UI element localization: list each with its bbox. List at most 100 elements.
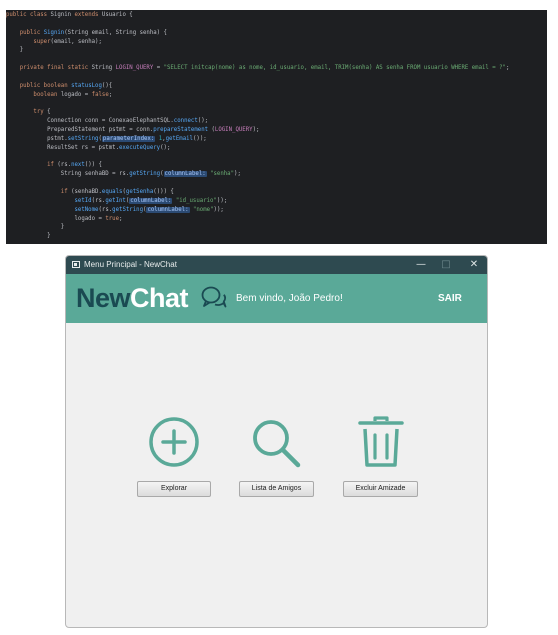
- code-token: (email, senha);: [50, 38, 102, 45]
- code-token: =: [153, 65, 164, 72]
- code-line: }: [6, 223, 64, 232]
- code-line: Connection conn = ConexaoElephantSQL.con…: [6, 117, 208, 126]
- code-token: );: [234, 171, 241, 178]
- code-token: public: [19, 29, 44, 36]
- code-line: ResultSet rs = pstmt.executeQuery();: [6, 144, 170, 153]
- code-token: ())) {: [153, 189, 174, 195]
- code-token: boolean: [33, 91, 61, 98]
- code-token: connect: [173, 118, 198, 125]
- search-icon[interactable]: [250, 417, 302, 469]
- code-token: (){: [101, 82, 113, 89]
- logo-text-chat: Chat: [130, 283, 189, 313]
- code-line: logado = true;: [6, 215, 122, 224]
- code-line: boolean logado = false;: [6, 91, 112, 100]
- code-token: statusLog: [71, 82, 102, 89]
- code-token: logado =: [6, 215, 106, 222]
- code-token: ();: [197, 118, 209, 125]
- plus-circle-icon[interactable]: [148, 416, 200, 468]
- code-token: ));: [213, 206, 224, 213]
- logo-text-new: New: [76, 283, 131, 313]
- code-token: String senhaBD = rs.: [6, 171, 130, 178]
- logout-button[interactable]: SAIR: [438, 293, 462, 304]
- code-token: getString: [129, 171, 161, 178]
- parameter-hint: parameterIndex:: [101, 135, 156, 142]
- remove-friend-button[interactable]: Excluir Amizade: [343, 481, 418, 497]
- code-token: (rs.: [98, 206, 113, 213]
- code-token: pstmt.: [6, 135, 68, 142]
- code-token: logado =: [60, 91, 92, 98]
- window-title: Menu Principal - NewChat: [84, 260, 177, 269]
- code-line: public Signin(String email, String senha…: [6, 29, 167, 38]
- explore-button[interactable]: Explorar: [137, 481, 211, 497]
- code-token: ());: [192, 135, 207, 142]
- code-token: getString: [112, 206, 143, 213]
- code-line: if (senhaBD.equals(getSenha())) {: [6, 188, 174, 197]
- code-token: true: [105, 215, 120, 222]
- parameter-hint: columnLabel:: [146, 206, 190, 213]
- code-line: private final static String LOGIN_QUERY …: [6, 64, 510, 73]
- code-line: if (rs.next()) {: [6, 161, 102, 170]
- app-window: Menu Principal - NewChat — □ ✕ NewChat B…: [65, 255, 488, 628]
- code-token: Signin: [50, 12, 75, 18]
- code-token: setId: [74, 197, 92, 204]
- code-token: (senhaBD.: [71, 189, 102, 195]
- close-button[interactable]: ✕: [464, 258, 484, 272]
- app-logo: NewChat: [76, 281, 189, 315]
- welcome-message: Bem vindo, João Pedro!: [236, 293, 343, 304]
- code-line: PreparedStatement pstmt = conn.prepareSt…: [6, 126, 259, 135]
- code-editor: public class Signin extends Usuario { pu…: [6, 10, 547, 244]
- chat-bubbles-icon: [201, 286, 227, 308]
- code-token: getEmail: [165, 135, 193, 142]
- friends-list-button[interactable]: Lista de Amigos: [239, 481, 314, 497]
- code-token: try: [33, 109, 48, 116]
- code-token: if: [60, 189, 72, 195]
- minimize-button[interactable]: —: [411, 258, 431, 272]
- code-token: Usuario {: [101, 12, 133, 18]
- code-token: {: [47, 109, 51, 116]
- code-token: Signin: [43, 29, 65, 36]
- code-line: setNome(rs.getString(columnLabel: "nome"…: [6, 206, 224, 215]
- code-line: setId(rs.getInt(columnLabel: "id_usuario…: [6, 197, 227, 206]
- code-token: ;: [119, 215, 123, 222]
- code-token: }: [6, 224, 65, 231]
- app-window-icon: [72, 261, 80, 268]
- code-token: public class: [6, 12, 51, 18]
- code-line: try {: [6, 108, 51, 117]
- code-token: executeQuery: [119, 144, 161, 151]
- trash-icon[interactable]: [357, 415, 405, 469]
- code-token: (rs.: [91, 197, 106, 204]
- window-titlebar[interactable]: Menu Principal - NewChat — □ ✕: [66, 256, 487, 274]
- code-line: super(email, senha);: [6, 38, 102, 47]
- code-token: if: [47, 162, 58, 169]
- code-token: private final static: [19, 65, 92, 72]
- code-token: getSenha: [125, 189, 154, 195]
- app-header: NewChat Bem vindo, João Pedro! SAIR: [66, 274, 487, 323]
- code-token: ));: [216, 197, 228, 204]
- code-token: Connection conn = ConexaoElephantSQL.: [6, 118, 174, 125]
- code-line: pstmt.setString(parameterIndex: 1,getEma…: [6, 135, 207, 144]
- maximize-button[interactable]: □: [436, 258, 456, 272]
- code-line: String senhaBD = rs.getString(columnLabe…: [6, 170, 241, 179]
- code-line: public boolean statusLog(){: [6, 82, 112, 91]
- code-token: }: [6, 47, 24, 54]
- code-token: PreparedStatement pstmt = conn.: [6, 127, 154, 134]
- code-token: );: [252, 127, 260, 134]
- code-token: extends: [74, 12, 102, 18]
- code-token: LOGIN_QUERY: [115, 65, 154, 72]
- code-token: }: [6, 233, 51, 240]
- code-token: "id_usuario": [172, 197, 217, 204]
- code-token: (rs.: [57, 162, 72, 169]
- code-line: }: [6, 232, 51, 241]
- code-token: "SELECT initcap(nome) as nome, id_usuari…: [163, 65, 506, 72]
- code-token: public boolean: [19, 82, 72, 89]
- code-token: next: [71, 162, 85, 169]
- code-line: }: [6, 46, 23, 55]
